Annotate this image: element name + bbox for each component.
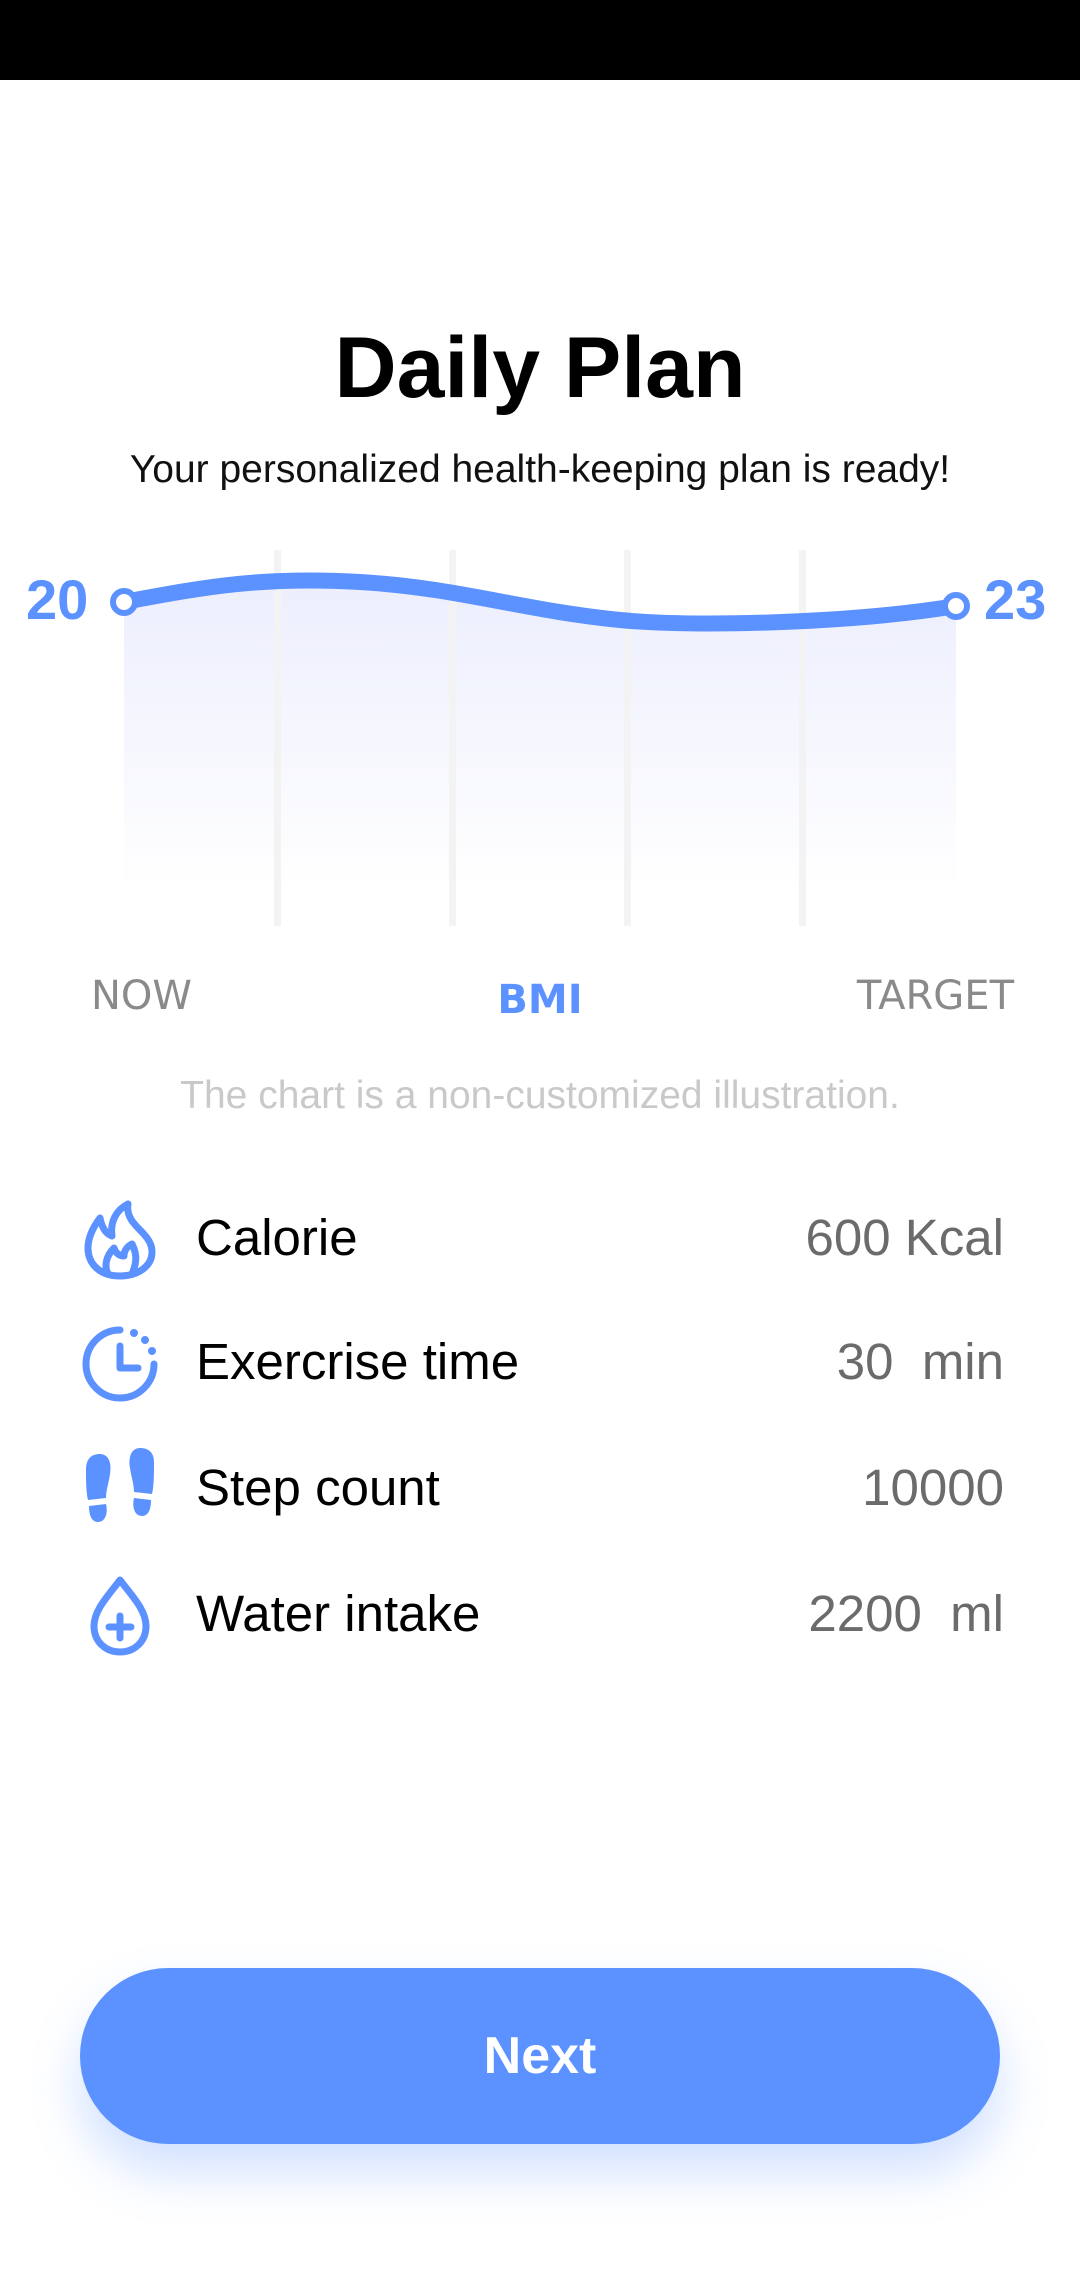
clock-icon	[78, 1322, 162, 1406]
water-drop-plus-icon	[78, 1574, 162, 1658]
chart-end-point	[942, 592, 970, 620]
plan-item-label: Step count	[196, 1459, 440, 1516]
plan-item-step-count: Step count 10000	[0, 1440, 1080, 1530]
chart-grid-line	[799, 550, 806, 926]
bmi-chart	[0, 540, 1080, 940]
page-subtitle: Your personalized health-keeping plan is…	[129, 448, 951, 491]
bmi-chart-svg	[110, 550, 970, 926]
chart-grid-line	[449, 550, 456, 926]
chart-start-point	[110, 588, 138, 616]
chart-grid-line	[624, 550, 631, 926]
status-bar	[0, 0, 1080, 80]
plan-item-value: 2200 ml	[808, 1585, 1004, 1642]
plan-item-label: Calorie	[196, 1209, 358, 1266]
plan-item-water-intake: Water intake 2200 ml	[0, 1566, 1080, 1656]
plan-item-calorie: Calorie 600 Kcal	[0, 1190, 1080, 1280]
chart-note: The chart is a non-customized illustrati…	[180, 1074, 900, 1117]
next-button[interactable]: Next	[80, 1968, 1000, 2144]
chart-start-value: 20	[26, 568, 89, 631]
plan-item-value: 30 min	[836, 1333, 1004, 1390]
chart-x-label-target: TARGET	[856, 973, 1014, 1019]
chart-end-value: 23	[984, 568, 1047, 631]
plan-item-label: Water intake	[196, 1585, 481, 1642]
flame-icon	[78, 1198, 162, 1282]
page-title: Daily Plan	[334, 320, 746, 416]
plan-item-value: 10000	[862, 1459, 1004, 1516]
plan-item-label: Exercrise time	[196, 1333, 520, 1390]
plan-item-exercise-time: Exercrise time 30 min	[0, 1314, 1080, 1404]
chart-grid-line	[274, 550, 281, 926]
plan-item-value: 600 Kcal	[805, 1209, 1004, 1266]
footprints-icon	[78, 1448, 162, 1532]
